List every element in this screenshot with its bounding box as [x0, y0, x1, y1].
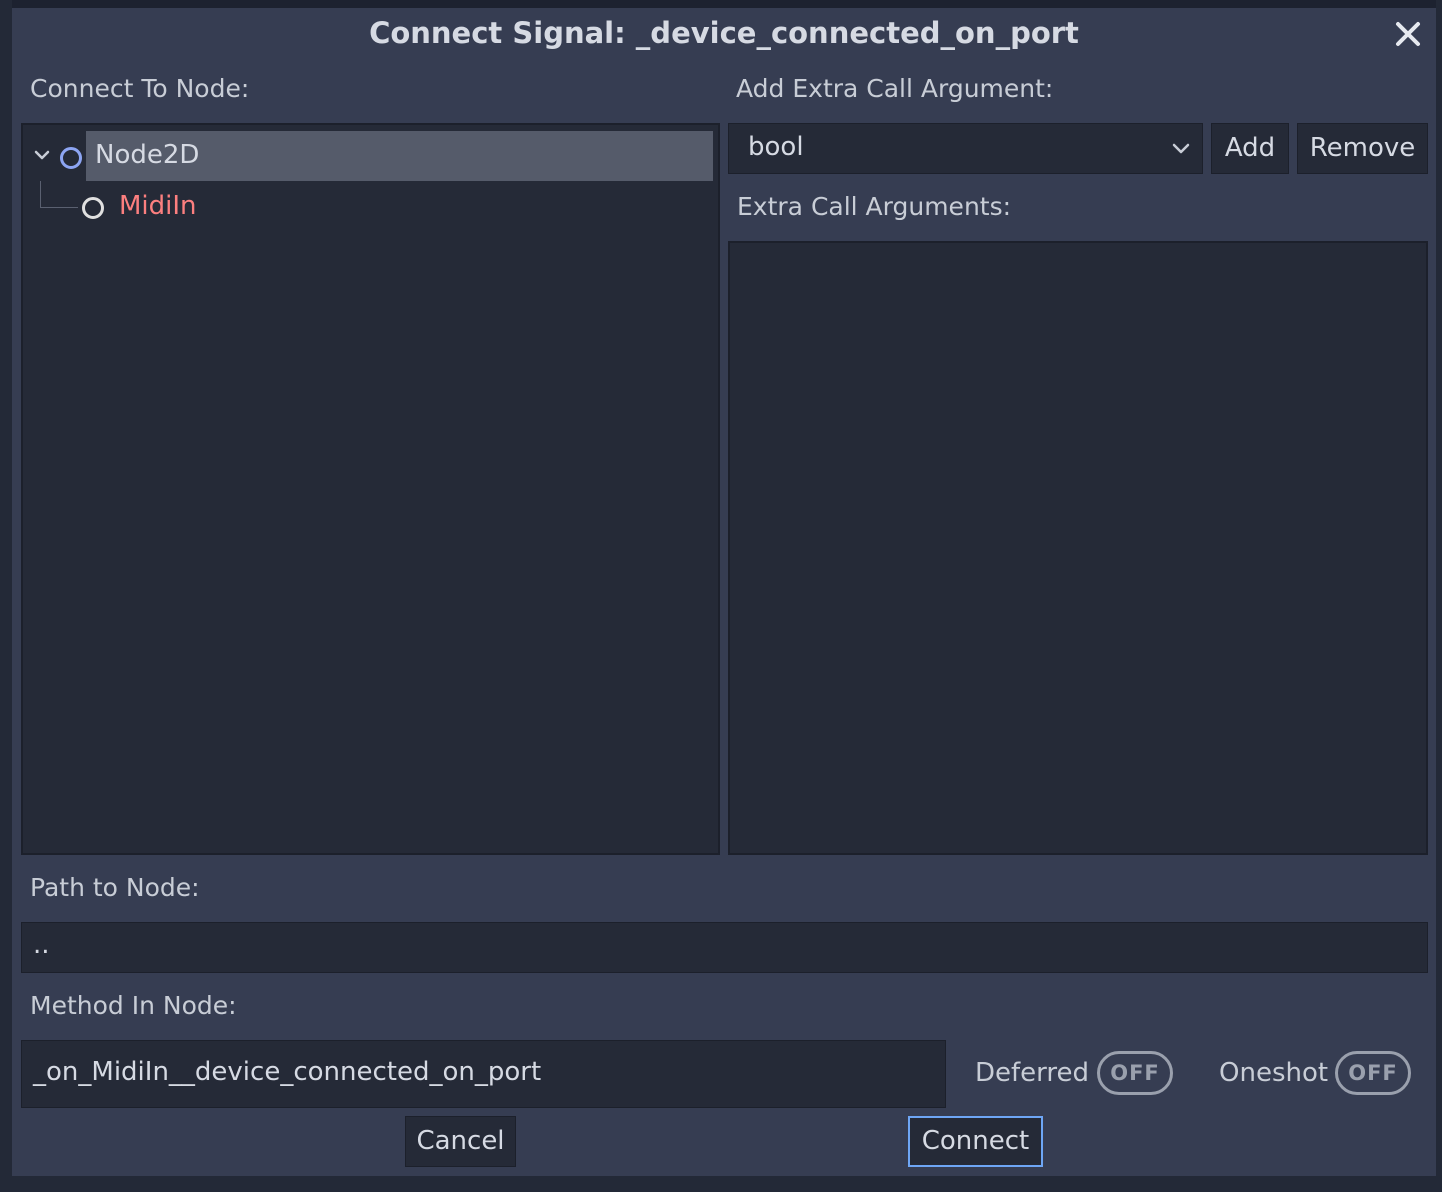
method-in-node-value: _on_MidiIn__device_connected_on_port — [33, 1057, 542, 1087]
close-icon[interactable] — [1392, 18, 1424, 50]
background-editor-bottom — [0, 1176, 1442, 1192]
tree-connector-line — [40, 181, 41, 207]
path-to-node-label: Path to Node: — [30, 873, 200, 902]
tree-item-midiin-label: MidiIn — [119, 191, 197, 221]
deferred-toggle[interactable]: OFF — [1097, 1051, 1173, 1095]
oneshot-toggle[interactable]: OFF — [1335, 1051, 1411, 1095]
remove-argument-button[interactable]: Remove — [1297, 123, 1428, 174]
scene-tree-panel[interactable]: Node2D MidiIn — [21, 123, 720, 855]
tree-item-node2d-label: Node2D — [95, 140, 200, 170]
arg-type-select-value: bool — [748, 132, 804, 162]
connect-signal-dialog: Connect Signal: _device_connected_on_por… — [12, 8, 1436, 1176]
cancel-button[interactable]: Cancel — [405, 1116, 516, 1167]
add-argument-button[interactable]: Add — [1211, 123, 1289, 174]
node2d-circle-icon — [60, 147, 82, 169]
method-in-node-label: Method In Node: — [30, 991, 237, 1020]
deferred-label: Deferred — [975, 1058, 1090, 1088]
method-in-node-field[interactable]: _on_MidiIn__device_connected_on_port — [21, 1040, 946, 1108]
path-to-node-value: .. — [33, 930, 50, 960]
add-extra-arg-label: Add Extra Call Argument: — [736, 74, 1054, 103]
path-to-node-field[interactable]: .. — [21, 922, 1428, 973]
connect-to-node-label: Connect To Node: — [30, 74, 250, 103]
connect-button[interactable]: Connect — [908, 1116, 1043, 1167]
extra-call-arguments-list[interactable] — [728, 241, 1428, 855]
oneshot-label: Oneshot — [1219, 1058, 1329, 1088]
chevron-down-icon — [1172, 143, 1190, 154]
chevron-down-icon[interactable] — [33, 148, 51, 162]
node-circle-icon — [82, 197, 104, 219]
background-editor-right — [1436, 0, 1442, 1192]
arg-type-select[interactable]: bool — [728, 123, 1203, 174]
dialog-titlebar: Connect Signal: _device_connected_on_por… — [12, 8, 1436, 60]
background-editor-left — [0, 0, 12, 1192]
dialog-title: Connect Signal: _device_connected_on_por… — [369, 16, 1079, 50]
extra-call-arguments-label: Extra Call Arguments: — [737, 192, 1012, 221]
tree-connector-line — [40, 207, 78, 208]
